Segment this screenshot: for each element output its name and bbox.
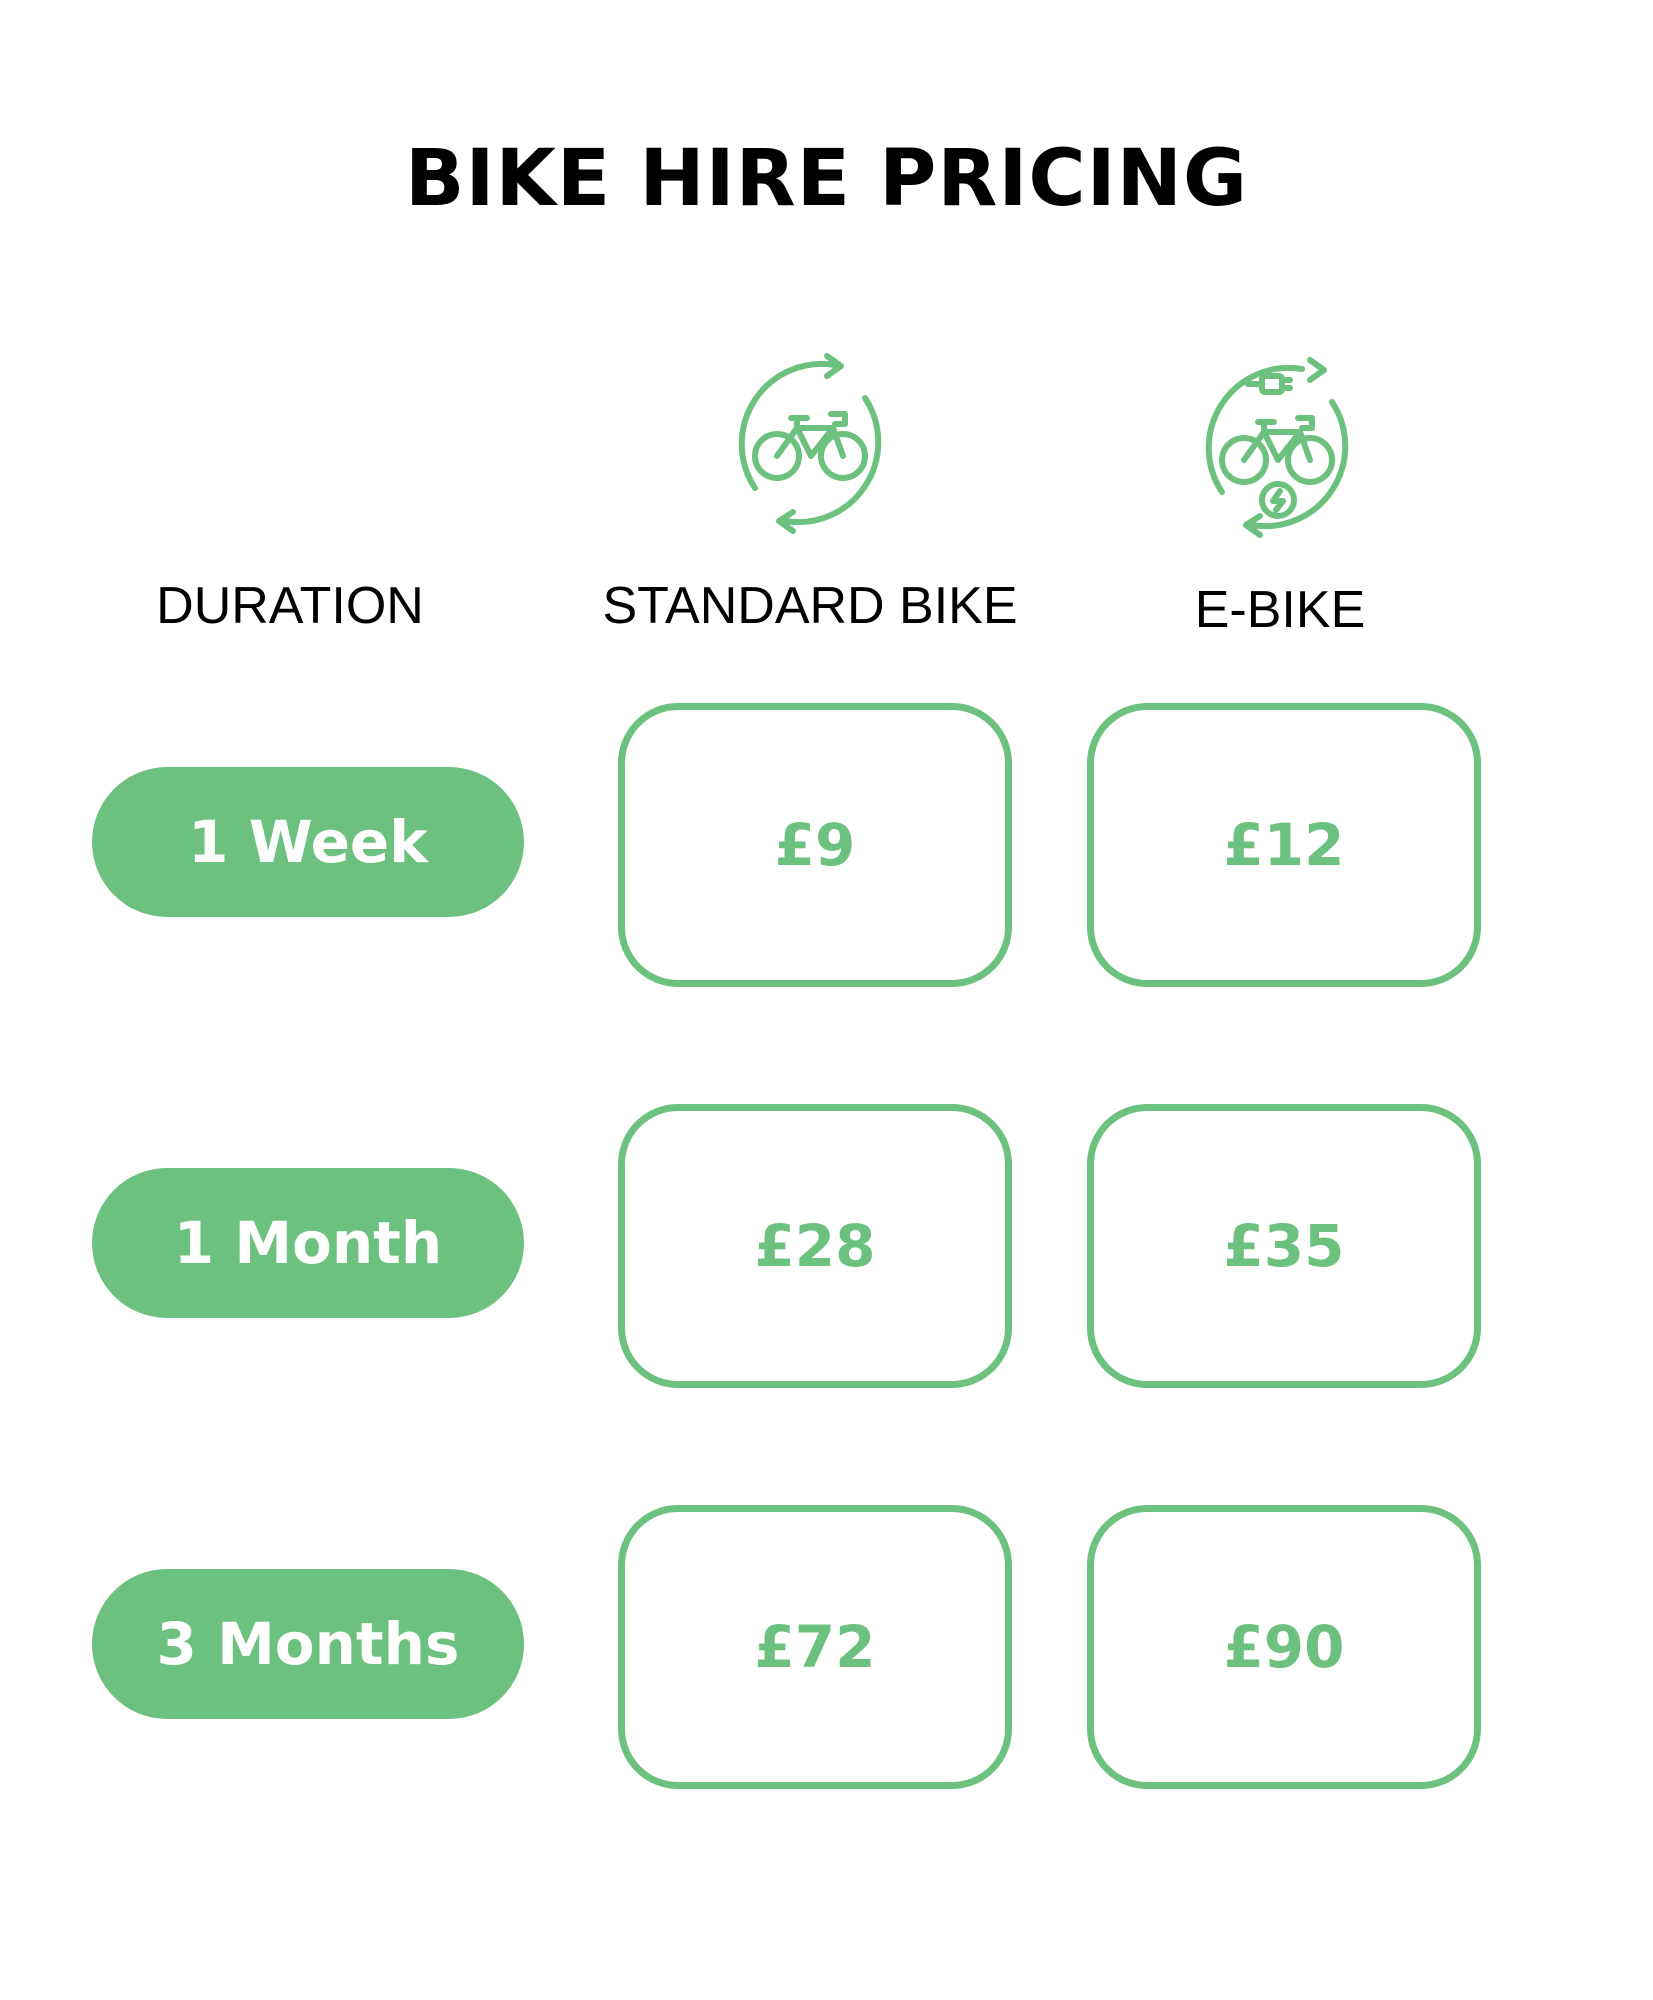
page-title: BIKE HIRE PRICING (405, 134, 1248, 224)
duration-pill-3-months: 3 Months (92, 1569, 524, 1719)
price-standard-1-month: £28 (618, 1104, 1012, 1388)
price-ebike-1-month: £35 (1087, 1104, 1481, 1388)
bike-cycle-icon (738, 353, 882, 534)
duration-pill-1-month: 1 Month (92, 1168, 524, 1318)
price-standard-3-months: £72 (618, 1505, 1012, 1789)
price-ebike-1-week: £12 (1087, 703, 1481, 987)
duration-pill-1-week: 1 Week (92, 767, 524, 917)
price-standard-1-week: £9 (618, 703, 1012, 987)
ebike-cycle-icon (1205, 357, 1349, 538)
ebike-header: E-BIKE (1194, 581, 1366, 639)
duration-header: DURATION (156, 577, 424, 635)
standard-bike-header: STANDARD BIKE (602, 577, 1018, 635)
price-ebike-3-months: £90 (1087, 1505, 1481, 1789)
